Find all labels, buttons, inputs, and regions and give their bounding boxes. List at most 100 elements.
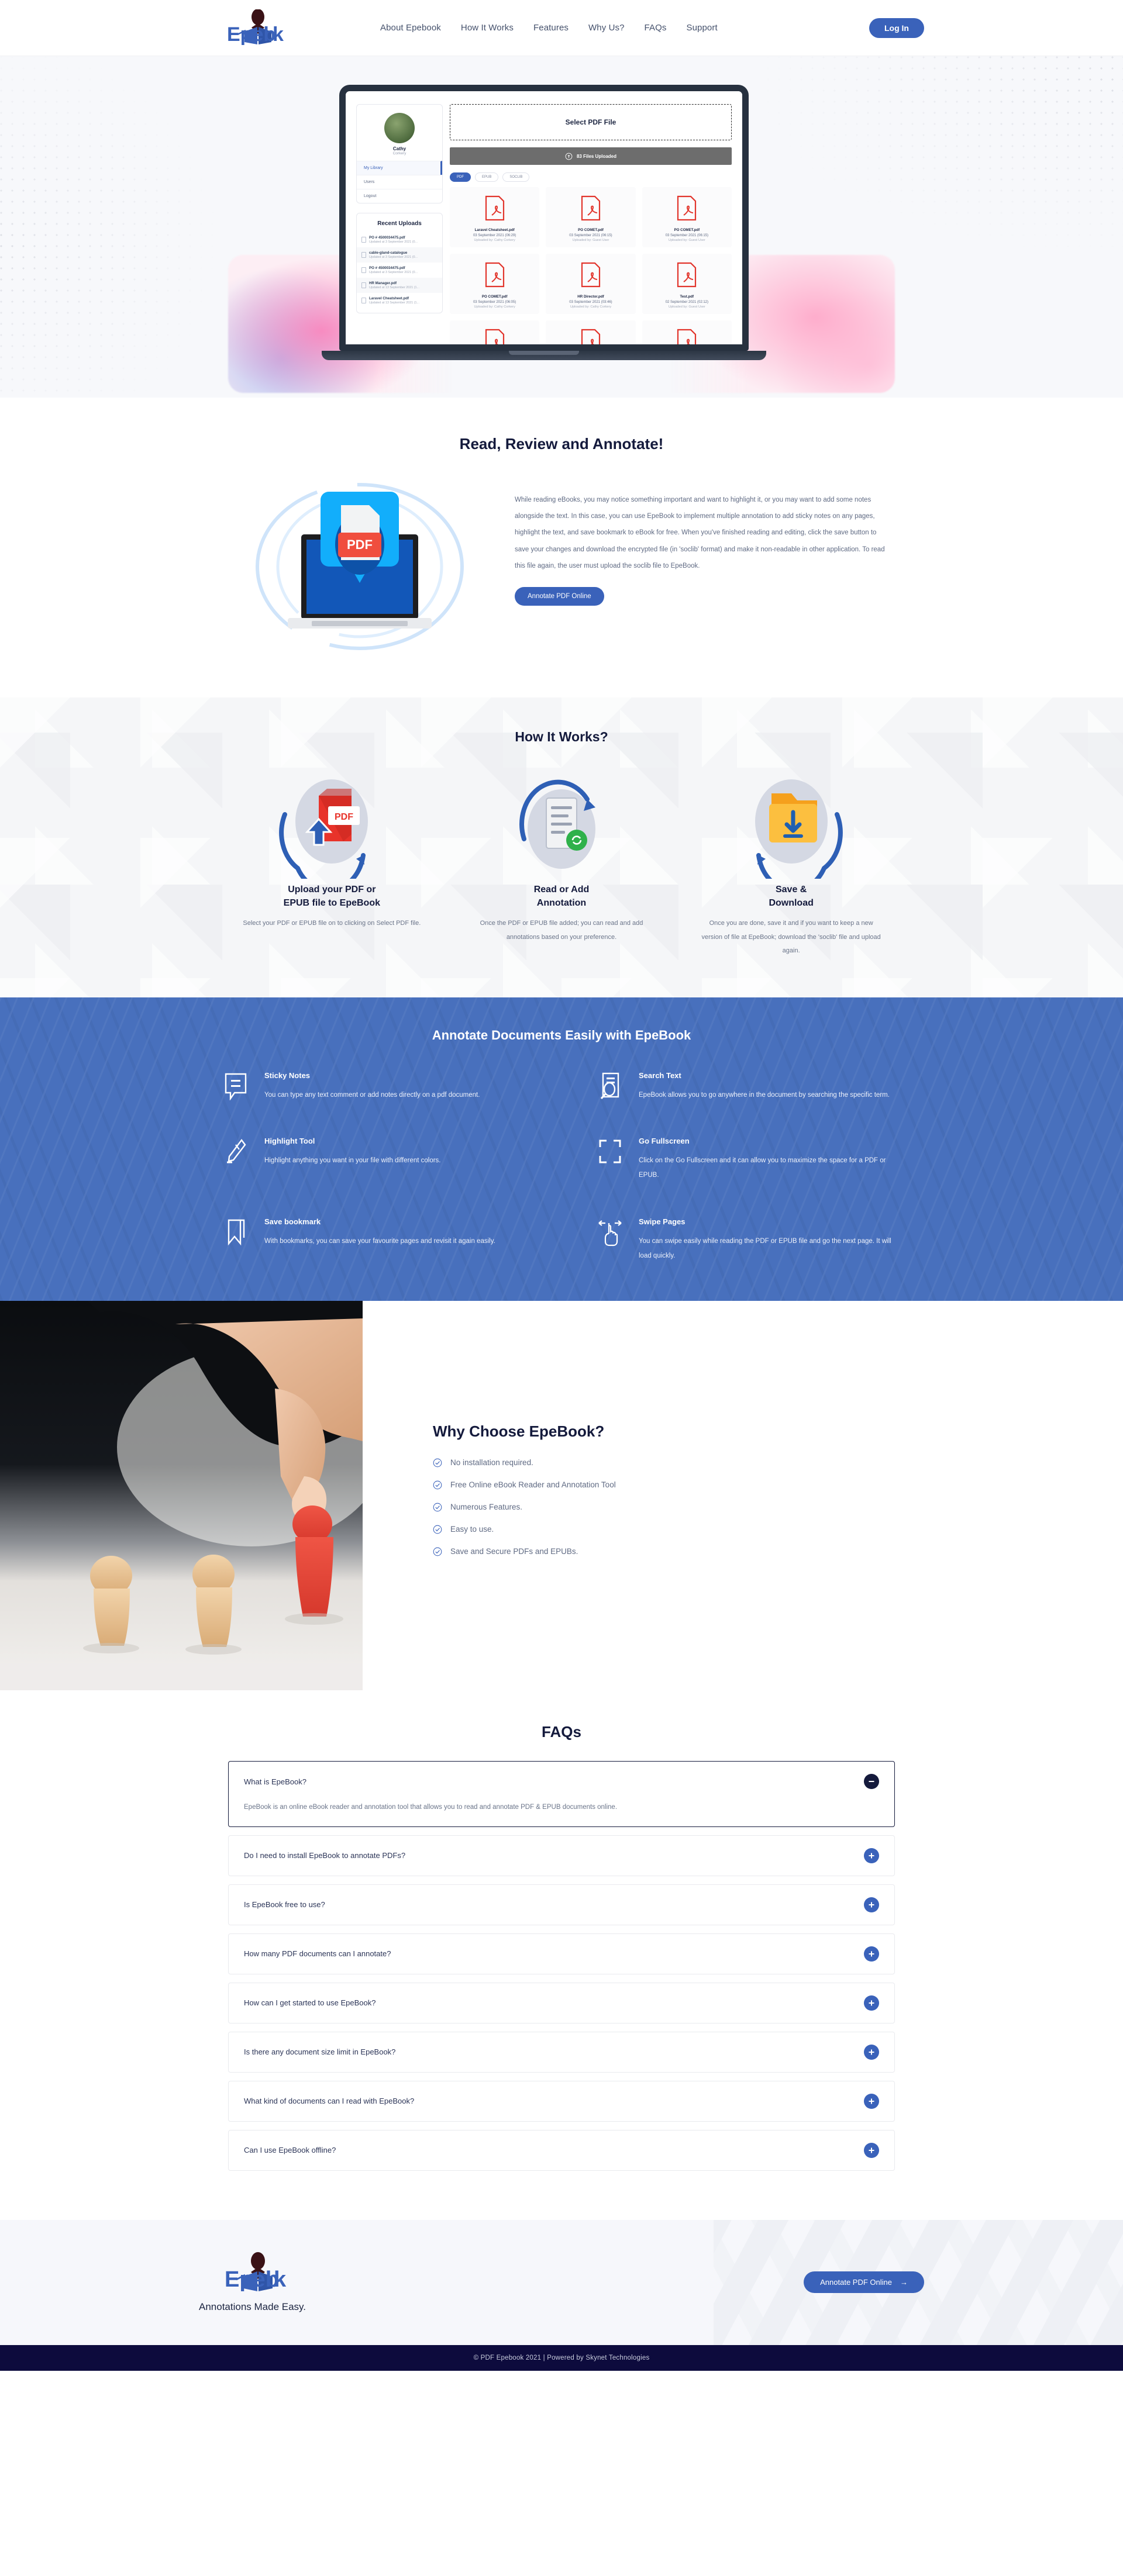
faq-item[interactable]: What kind of documents can I read with E…	[228, 2080, 895, 2122]
filter-chip-soclib[interactable]: SOCLIB	[502, 172, 530, 182]
sidebar-item-logout[interactable]: Logout	[357, 189, 442, 203]
pdf-icon	[581, 195, 601, 221]
nav-item-features[interactable]: Features	[533, 23, 569, 33]
faq-question-row[interactable]: What is EpeBook?	[229, 1762, 894, 1801]
faq-item[interactable]: Is EpeBook free to use?	[228, 1884, 895, 1925]
main-nav: About Epebook How It Works Features Why …	[380, 23, 718, 33]
file-card[interactable]: PO COMET.pdf 03 September 2021 (06:15) Upl…	[642, 187, 732, 247]
feature-go-fullscreen: Go Fullscreen Click on the Go Fullscreen…	[597, 1137, 901, 1183]
file-icon	[361, 237, 366, 243]
files-uploaded-label: 83 Files Uploaded	[576, 153, 617, 159]
sidebar-item-users[interactable]: Users	[357, 175, 442, 189]
plus-icon[interactable]	[864, 1848, 879, 1863]
faq-question-row[interactable]: Can I use EpeBook offline?	[229, 2130, 894, 2170]
pdf-icon	[677, 262, 697, 288]
site-logo[interactable]: Epeb k	[199, 9, 316, 47]
file-card[interactable]: Vaishnavi-cable-gland-lugs-...02 Septemb…	[546, 320, 636, 344]
plus-icon[interactable]	[864, 2142, 879, 2158]
faq-question-row[interactable]: How many PDF documents can I annotate?	[229, 1934, 894, 1974]
faq-item[interactable]: How can I get started to use EpeBook?	[228, 1982, 895, 2023]
faq-question: What is EpeBook?	[244, 1777, 306, 1786]
plus-icon[interactable]	[864, 1897, 879, 1912]
file-date: 02 September 2021 (02:12)	[665, 301, 709, 304]
file-card[interactable]: PO COMET.pdf 03 September 2021 (06:15) Upl…	[546, 187, 636, 247]
review-body: While reading eBooks, you may notice som…	[515, 496, 885, 569]
recent-file-name: PO # 4500034475.pdf	[369, 236, 405, 240]
pdf-icon	[677, 195, 697, 221]
plus-icon[interactable]	[864, 2044, 879, 2060]
step-upload: PDF Upload your PDF or EPUB file to EpeB…	[222, 766, 442, 958]
how-it-works-section: How It Works? PDF Upload your PDF or EPU…	[0, 697, 1123, 997]
file-name: PO COMET.pdf	[481, 295, 508, 299]
nav-item-faqs[interactable]: FAQs	[645, 23, 667, 33]
faq-question-row[interactable]: Is there any document size limit in EpeB…	[229, 2032, 894, 2072]
copyright-bar: © PDF Epebook 2021 | Powered by Skynet T…	[0, 2344, 1123, 2371]
upload-cloud-icon	[565, 153, 573, 160]
app-preview: Cathy Corkery My Library Users Logout Re…	[346, 91, 742, 344]
why-choose-section: Why Choose EpeBook? No installation requ…	[0, 1301, 1123, 1691]
hero-mockup: Cathy Corkery My Library Users Logout Re…	[0, 85, 1123, 398]
section-title-features: Annotate Documents Easily with EpeBook	[432, 1027, 691, 1042]
file-card[interactable]: Test.pdf02 September 2021 (02:12)Uploade…	[642, 254, 732, 314]
select-pdf-dropzone[interactable]: Select PDF File	[450, 104, 732, 140]
login-button[interactable]: Log In	[869, 18, 924, 38]
review-text-block: While reading eBooks, you may notice som…	[515, 479, 889, 606]
plus-icon[interactable]	[864, 1946, 879, 1962]
feature-description: EpeBook allows you to go anywhere in the…	[639, 1091, 890, 1099]
file-card[interactable]: Laravel Cheatsheet.pdf 03 September 2021 …	[450, 187, 540, 247]
check-circle-icon	[433, 1547, 442, 1556]
step-save-download: Save & Download Once you are done, save …	[681, 766, 901, 958]
pdf-icon	[485, 195, 505, 221]
nav-item-about-epebook[interactable]: About Epebook	[380, 23, 441, 33]
feature-title: Go Fullscreen	[639, 1137, 690, 1146]
list-item[interactable]: PO # 4500034475.pdf Updated at 3 Septembe…	[357, 232, 442, 247]
filter-chip-pdf[interactable]: PDF	[450, 172, 471, 182]
check-circle-icon	[433, 1458, 442, 1467]
file-date: 03 September 2021 (06:05)	[473, 301, 516, 304]
faq-question-row[interactable]: What kind of documents can I read with E…	[229, 2081, 894, 2121]
list-item[interactable]: PO # 4500034475.pdf Updated at 3 Septembe…	[357, 263, 442, 278]
plus-icon[interactable]	[864, 2093, 879, 2109]
nav-item-why-us[interactable]: Why Us?	[588, 23, 625, 33]
plus-icon[interactable]	[864, 1995, 879, 2011]
list-item[interactable]: cable-gland-catalogue Updated at 3 Septem…	[357, 247, 442, 263]
footer-logo[interactable]: Epeb k	[199, 2252, 316, 2298]
file-uploader: Uploaded by: Guest User	[668, 305, 705, 309]
faq-question: Is EpeBook free to use?	[244, 1900, 325, 1909]
feature-swipe-pages: Swipe Pages You can swipe easily while r…	[597, 1217, 901, 1264]
faq-question: Can I use EpeBook offline?	[244, 2146, 336, 2155]
sidebar-item-my-library[interactable]: My Library	[357, 161, 442, 175]
list-item[interactable]: HR Manager.pdf Updated at 13 September 20…	[357, 278, 442, 293]
nav-item-support[interactable]: Support	[686, 23, 717, 33]
minus-icon[interactable]	[864, 1774, 879, 1790]
review-illustration: PDF	[234, 479, 485, 654]
step-title-line-1: Save &	[775, 885, 807, 895]
section-title-why-choose: Why Choose EpeBook?	[433, 1422, 605, 1440]
file-card[interactable]: HR Director.pdf 03 September 2021 (03:46)…	[546, 254, 636, 314]
list-item: Numerous Features.	[433, 1503, 616, 1512]
faq-question: How can I get started to use EpeBook?	[244, 1998, 376, 2008]
faq-question-row[interactable]: Do I need to install EpeBook to annotate…	[229, 1836, 894, 1876]
why-benefits-list: No installation required. Free Online eB…	[433, 1458, 616, 1556]
faq-item[interactable]: Do I need to install EpeBook to annotate…	[228, 1835, 895, 1876]
faq-item[interactable]: How many PDF documents can I annotate?	[228, 1933, 895, 1974]
faq-item[interactable]: Can I use EpeBook offline?	[228, 2129, 895, 2171]
step-description: Once the PDF or EPUB file added; you can…	[480, 920, 643, 941]
annotate-pdf-online-button[interactable]: Annotate PDF Online	[515, 586, 604, 606]
file-icon	[361, 298, 366, 304]
faq-question-row[interactable]: Is EpeBook free to use?	[229, 1885, 894, 1925]
filter-chip-epub[interactable]: EPUB	[475, 172, 499, 182]
faq-item[interactable]: What is EpeBook? EpeBook is an online eB…	[228, 1761, 895, 1827]
footer-annotate-button[interactable]: Annotate PDF Online →	[804, 2271, 924, 2294]
faq-question-row[interactable]: How can I get started to use EpeBook?	[229, 1983, 894, 2023]
nav-item-how-it-works[interactable]: How It Works	[461, 23, 514, 33]
pdf-badge-label: PDF	[335, 812, 353, 822]
faq-item[interactable]: Is there any document size limit in EpeB…	[228, 2031, 895, 2073]
file-card[interactable]: PO COMET.pdf 03 September 2021 (06:05) Upl…	[450, 254, 540, 314]
feature-description: With bookmarks, you can save your favour…	[264, 1237, 495, 1245]
section-title-faqs: FAQs	[542, 1723, 581, 1741]
file-card[interactable]: Test.pdf02 September 2021 (02:12)Uploade…	[450, 320, 540, 344]
list-item[interactable]: Laravel Cheatsheet.pdf Updated at 13 Sept…	[357, 293, 442, 308]
file-name: PO COMET.pdf	[674, 228, 700, 232]
file-card[interactable]: Vaishnavi-cable-gland-lugs-...02 Septemb…	[642, 320, 732, 344]
